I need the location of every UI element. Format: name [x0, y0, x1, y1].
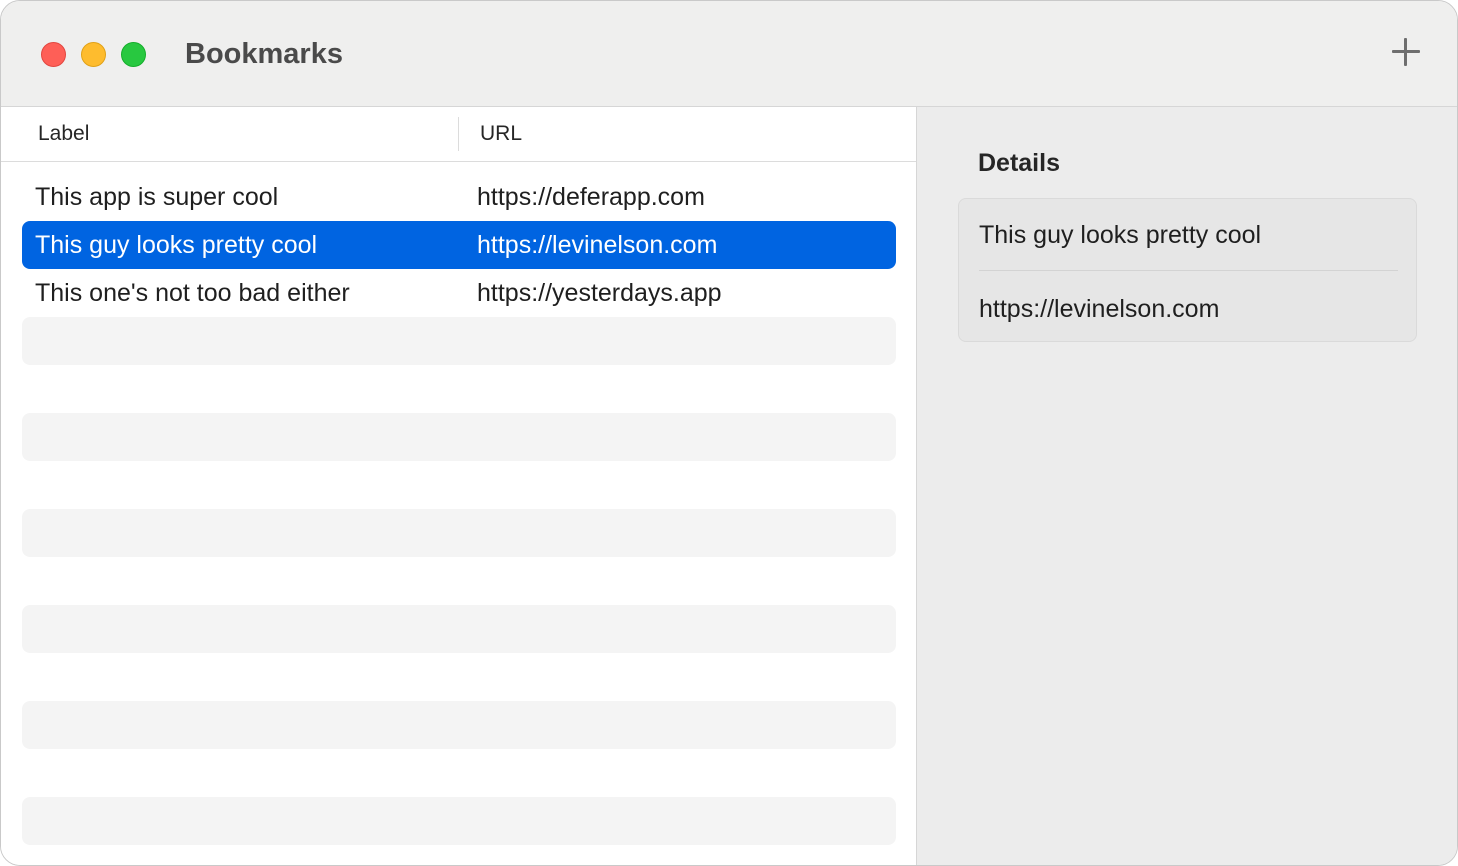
empty-row [22, 701, 896, 749]
minimize-window-button[interactable] [81, 42, 106, 67]
window-title: Bookmarks [185, 38, 343, 70]
empty-row [22, 413, 896, 461]
details-separator [979, 270, 1398, 271]
add-bookmark-button[interactable] [1387, 33, 1425, 71]
row-label-cell: This app is super cool [35, 183, 279, 211]
table-row[interactable]: This one's not too bad either https://ye… [22, 269, 896, 317]
row-label-cell: This one's not too bad either [35, 279, 350, 307]
details-label-value: This guy looks pretty cool [979, 221, 1262, 249]
close-window-button[interactable] [41, 42, 66, 67]
empty-row [22, 509, 896, 557]
zoom-window-button[interactable] [121, 42, 146, 67]
column-divider[interactable] [458, 117, 459, 151]
bookmarks-window: Bookmarks Label URL This app is super co… [0, 0, 1458, 866]
details-pane: Details This guy looks pretty cool https… [917, 107, 1457, 865]
column-header-label[interactable]: Label [38, 121, 89, 147]
row-url-cell: https://deferapp.com [477, 183, 705, 211]
table-header: Label URL [1, 107, 916, 162]
row-url-cell: https://levinelson.com [477, 231, 718, 259]
title-bar[interactable]: Bookmarks [1, 1, 1457, 107]
details-card: This guy looks pretty cool https://levin… [958, 198, 1417, 342]
details-url-value: https://levinelson.com [979, 295, 1220, 323]
empty-row [22, 317, 896, 365]
details-heading: Details [978, 149, 1060, 177]
row-label-cell: This guy looks pretty cool [35, 231, 318, 259]
bookmarks-table[interactable]: Label URL This app is super cool https:/… [1, 107, 916, 865]
row-url-cell: https://yesterdays.app [477, 279, 722, 307]
table-row-selected[interactable]: This guy looks pretty cool https://levin… [22, 221, 896, 269]
empty-row [22, 797, 896, 845]
column-header-url[interactable]: URL [480, 121, 522, 147]
empty-row [22, 605, 896, 653]
table-row[interactable]: This app is super cool https://deferapp.… [22, 173, 896, 221]
